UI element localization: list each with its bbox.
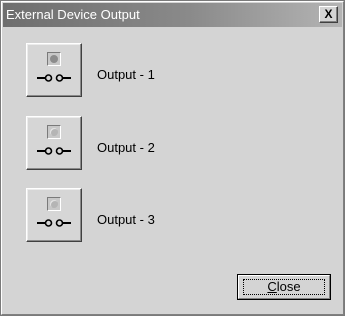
indicator-lamp-icon [47,52,61,66]
switch-icon [37,219,71,227]
output-1-toggle-button[interactable] [26,43,82,97]
output-1-label: Output - 1 [97,67,155,82]
window-close-button[interactable]: X [319,6,338,23]
title-bar[interactable]: External Device Output X [3,3,342,27]
indicator-lamp-icon [47,197,61,211]
window-title: External Device Output [6,7,140,22]
close-label-rest: lose [276,279,301,294]
switch-icon [37,147,71,155]
close-button-label: Close [238,280,330,294]
output-2-toggle-button[interactable] [26,116,82,170]
output-2-label: Output - 2 [97,140,155,155]
external-device-output-dialog: External Device Output X Output - 1 Outp… [0,0,345,316]
indicator-lamp-icon [47,125,61,139]
close-button[interactable]: Close [237,274,331,300]
output-3-toggle-button[interactable] [26,188,82,242]
switch-icon [37,74,71,82]
output-3-label: Output - 3 [97,212,155,227]
close-mnemonic: C [267,279,277,294]
